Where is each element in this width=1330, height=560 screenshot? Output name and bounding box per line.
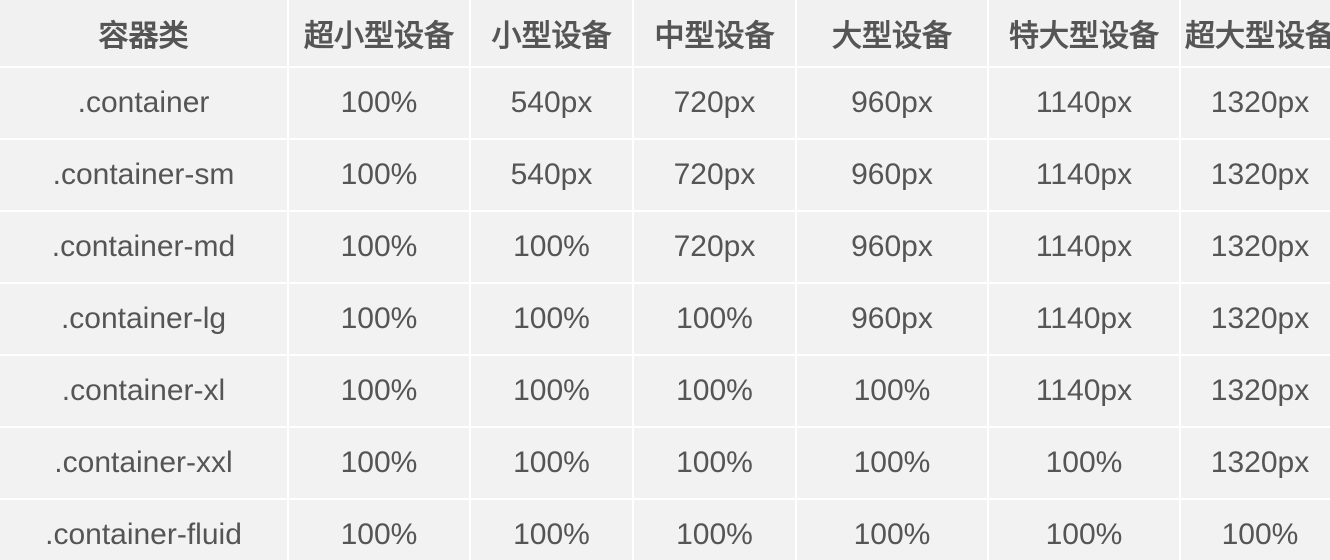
table-cell: 100% (632, 282, 797, 356)
table-cell: 100% (795, 426, 989, 500)
table-cell: 100% (469, 282, 634, 356)
table-cell: 100% (287, 210, 471, 284)
table-cell: 1320px (1179, 210, 1330, 284)
table-cell: 960px (795, 138, 989, 212)
table-cell: 100% (632, 426, 797, 500)
row-class-name: .container-sm (0, 138, 289, 212)
table-cell: 720px (632, 66, 797, 140)
header-medium-device: 中型设备 (632, 0, 797, 68)
table-cell: 1140px (987, 282, 1181, 356)
row-class-name: .container-fluid (0, 498, 289, 560)
table-cell: 100% (287, 354, 471, 428)
table-row: .container-md 100% 100% 720px 960px 1140… (0, 210, 1330, 284)
table-row: .container-sm 100% 540px 720px 960px 114… (0, 138, 1330, 212)
header-small-device: 小型设备 (469, 0, 634, 68)
table-cell: 100% (795, 354, 989, 428)
row-class-name: .container-lg (0, 282, 289, 356)
table-cell: 100% (987, 498, 1181, 560)
table-cell: 1140px (987, 354, 1181, 428)
header-extra-extra-large-device: 超大型设备 (1179, 0, 1330, 68)
header-container-class: 容器类 (0, 0, 289, 68)
table-cell: 100% (1179, 498, 1330, 560)
table-cell: 100% (632, 354, 797, 428)
table-body: .container 100% 540px 720px 960px 1140px… (0, 66, 1330, 560)
row-class-name: .container-md (0, 210, 289, 284)
table-cell: 1140px (987, 210, 1181, 284)
table-cell: 100% (469, 210, 634, 284)
table-cell: 100% (795, 498, 989, 560)
header-row: 容器类 超小型设备 小型设备 中型设备 大型设备 特大型设备 超大型设备 (0, 0, 1330, 68)
table-row: .container-xl 100% 100% 100% 100% 1140px… (0, 354, 1330, 428)
container-width-table-wrapper: 容器类 超小型设备 小型设备 中型设备 大型设备 特大型设备 超大型设备 .co… (0, 0, 1330, 560)
table-row: .container-lg 100% 100% 100% 960px 1140p… (0, 282, 1330, 356)
table-cell: 100% (287, 66, 471, 140)
row-class-name: .container (0, 66, 289, 140)
table-cell: 1320px (1179, 66, 1330, 140)
table-cell: 100% (287, 282, 471, 356)
table-cell: 100% (469, 426, 634, 500)
table-cell: 960px (795, 66, 989, 140)
table-cell: 100% (287, 138, 471, 212)
header-extra-small-device: 超小型设备 (287, 0, 471, 68)
header-large-device: 大型设备 (795, 0, 989, 68)
table-cell: 100% (632, 498, 797, 560)
table-cell: 100% (469, 498, 634, 560)
table-cell: 1320px (1179, 282, 1330, 356)
table-cell: 540px (469, 66, 634, 140)
table-cell: 1320px (1179, 354, 1330, 428)
table-cell: 1140px (987, 138, 1181, 212)
table-cell: 1320px (1179, 426, 1330, 500)
table-cell: 100% (287, 426, 471, 500)
table-cell: 100% (287, 498, 471, 560)
table-cell: 960px (795, 282, 989, 356)
table-row: .container-fluid 100% 100% 100% 100% 100… (0, 498, 1330, 560)
table-row: .container 100% 540px 720px 960px 1140px… (0, 66, 1330, 140)
table-cell: 720px (632, 138, 797, 212)
row-class-name: .container-xxl (0, 426, 289, 500)
table-cell: 720px (632, 210, 797, 284)
table-cell: 100% (987, 426, 1181, 500)
table-cell: 1320px (1179, 138, 1330, 212)
row-class-name: .container-xl (0, 354, 289, 428)
header-extra-large-device: 特大型设备 (987, 0, 1181, 68)
table-cell: 960px (795, 210, 989, 284)
container-width-table: 容器类 超小型设备 小型设备 中型设备 大型设备 特大型设备 超大型设备 .co… (0, 0, 1330, 560)
table-cell: 1140px (987, 66, 1181, 140)
table-row: .container-xxl 100% 100% 100% 100% 100% … (0, 426, 1330, 500)
table-header: 容器类 超小型设备 小型设备 中型设备 大型设备 特大型设备 超大型设备 (0, 0, 1330, 68)
table-cell: 540px (469, 138, 634, 212)
table-cell: 100% (469, 354, 634, 428)
